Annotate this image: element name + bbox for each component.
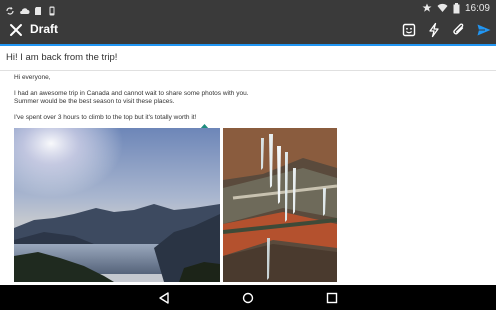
back-icon[interactable] <box>157 290 173 306</box>
navigation-bar <box>0 285 496 310</box>
emoji-icon[interactable] <box>401 22 417 38</box>
subject-text: Hi! I am back from the trip! <box>6 52 118 63</box>
body-text[interactable]: Hi everyone, I had an awesome trip in Ca… <box>14 74 249 122</box>
cloud-icon <box>19 3 30 14</box>
wifi-icon <box>437 3 448 12</box>
toolbar: Draft <box>0 16 496 46</box>
body-line-2: Summer would be the best season to visit… <box>14 98 175 105</box>
phone-icon <box>47 3 57 16</box>
page-title: Draft <box>30 22 59 36</box>
attach-icon[interactable] <box>451 22 467 38</box>
clock: 16:09 <box>464 2 490 14</box>
message-body[interactable]: Hi everyone, I had an awesome trip in Ca… <box>0 71 496 285</box>
notification-icons <box>5 2 57 16</box>
close-icon[interactable] <box>9 23 23 37</box>
status-bar: 16:09 <box>0 0 496 16</box>
greeting-line: Hi everyone, <box>14 74 51 81</box>
recents-icon[interactable] <box>324 290 340 306</box>
home-icon[interactable] <box>240 290 256 306</box>
body-line-3: I've spent over 3 hours to climb to the … <box>14 113 197 121</box>
send-icon[interactable] <box>476 22 492 38</box>
battery-icon <box>453 2 460 13</box>
body-line-1: I had an awesome trip in Canada and cann… <box>14 89 249 97</box>
sync-icon <box>5 3 15 15</box>
lake-photo[interactable] <box>14 128 220 282</box>
ice-cave-photo[interactable] <box>223 128 337 282</box>
sd-card-icon <box>33 3 43 15</box>
star-icon <box>422 3 432 12</box>
flash-icon[interactable] <box>426 22 442 38</box>
subject-field[interactable]: Hi! I am back from the trip! <box>0 46 496 71</box>
system-icons: 16:09 <box>422 1 490 15</box>
